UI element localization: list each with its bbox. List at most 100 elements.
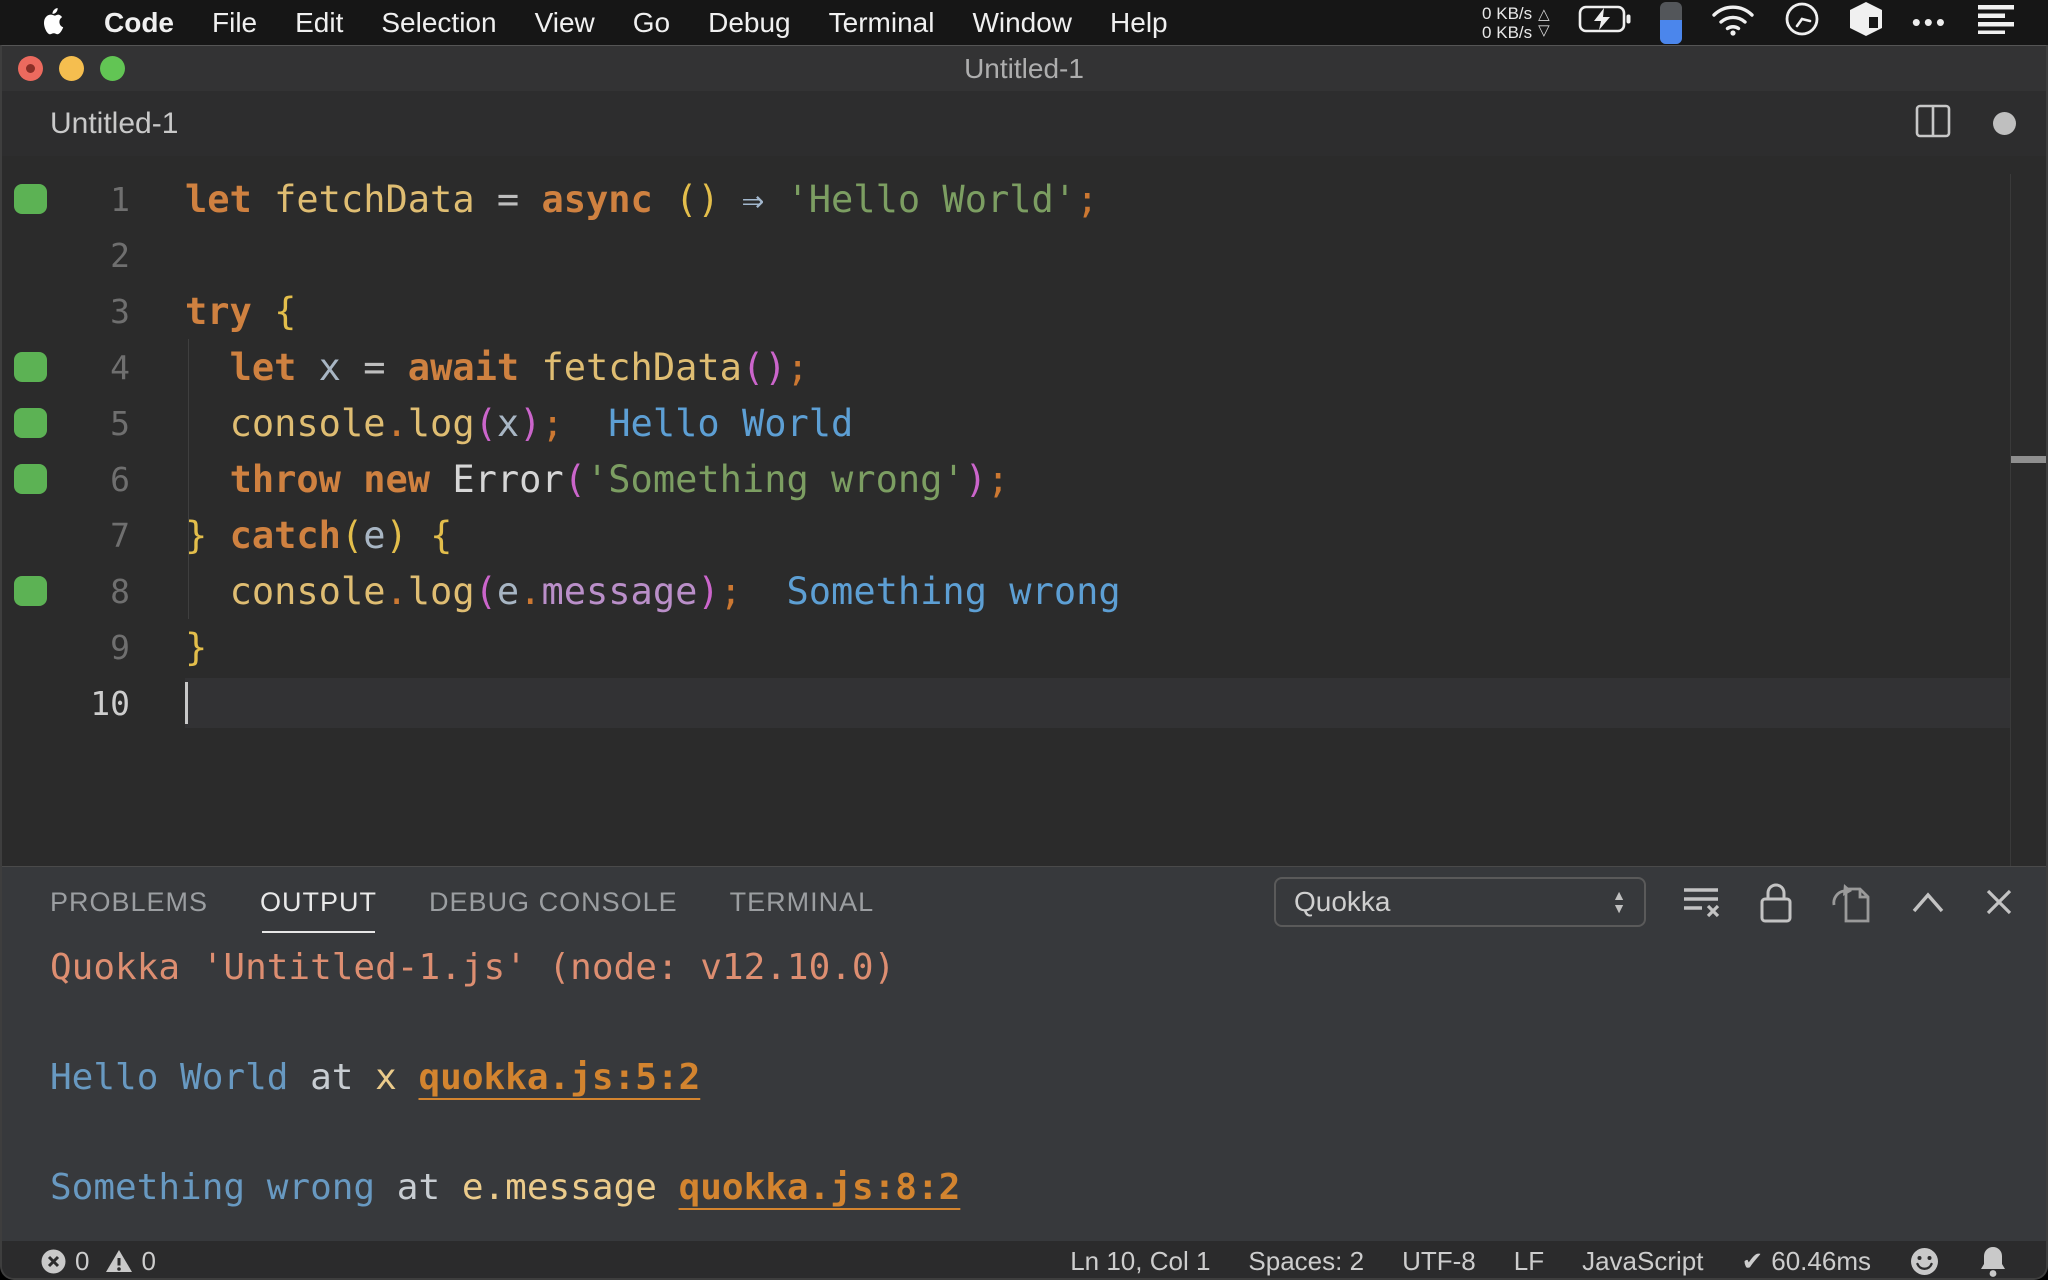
code-token: new <box>363 457 453 501</box>
unsaved-changes-dot-icon[interactable] <box>1993 112 2016 135</box>
code-token: let <box>229 345 319 389</box>
code-line[interactable]: 8 console.log(e.message); Something wron… <box>2 563 2046 619</box>
menu-item-go[interactable]: Go <box>633 7 670 39</box>
menu-item-debug[interactable]: Debug <box>708 7 791 39</box>
code-line[interactable]: 3 try { <box>2 283 2046 339</box>
cursor-position[interactable]: Ln 10, Col 1 <box>1070 1246 1210 1277</box>
code-token: e <box>496 569 520 613</box>
code-line[interactable]: 7 } catch(e) { <box>2 507 2046 563</box>
net-down-arrow-icon: ▽ <box>1538 21 1550 39</box>
blue-indicator-icon[interactable] <box>1659 1 1682 44</box>
menu-item-terminal[interactable]: Terminal <box>829 7 935 39</box>
editor-tab-untitled-1[interactable]: Untitled-1 <box>2 107 178 141</box>
code-token: ( <box>340 513 364 557</box>
code-line-current[interactable]: 10 <box>2 675 2046 731</box>
code-token: 'Hello World' <box>786 177 1077 221</box>
open-log-file-icon[interactable] <box>1830 879 1874 925</box>
code-token: x <box>318 345 364 389</box>
code-line[interactable]: 9 } <box>2 619 2046 675</box>
network-speed-indicator[interactable]: 0 KB/s 0 KB/s △ ▽ <box>1482 4 1550 42</box>
eol-setting[interactable]: LF <box>1514 1246 1544 1277</box>
maximize-panel-icon[interactable] <box>1908 889 1948 915</box>
scroll-lock-icon[interactable] <box>1756 879 1796 925</box>
notifications-bell-icon[interactable] <box>1978 1245 2008 1278</box>
code-token: . <box>385 569 408 613</box>
panel-tab-output[interactable]: OUTPUT <box>260 867 377 937</box>
code-token: Quokka 'Untitled-1.js' (node: v12.10.0) <box>50 946 896 988</box>
cube-app-icon[interactable] <box>1848 0 1884 45</box>
clear-output-icon[interactable] <box>1680 882 1722 922</box>
output-file-link[interactable]: quokka.js:5:2 <box>418 1057 700 1098</box>
code-token: Hello World <box>50 1056 289 1098</box>
menu-item-view[interactable]: View <box>535 7 595 39</box>
clock-icon[interactable] <box>1784 1 1820 44</box>
line-number: 10 <box>90 683 130 723</box>
code-token: async <box>541 177 676 221</box>
menu-bar-status-icons: 0 KB/s 0 KB/s △ ▽ ••• <box>1482 0 2048 45</box>
line-number: 6 <box>110 459 130 499</box>
menu-item-help[interactable]: Help <box>1110 7 1168 39</box>
window-title: Untitled-1 <box>964 52 1084 84</box>
scrollbar-track[interactable] <box>2010 174 2011 866</box>
net-down-speed: 0 KB/s <box>1482 22 1533 42</box>
output-channel-select[interactable]: Quokka ▲ ▼ <box>1274 877 1646 927</box>
code-line[interactable]: 1 let fetchData = async () ⇒ 'Hello Worl… <box>2 171 2046 227</box>
code-token: message <box>541 569 698 613</box>
feedback-smiley-icon[interactable] <box>1909 1246 1940 1277</box>
menu-item-selection[interactable]: Selection <box>381 7 496 39</box>
menu-item-code[interactable]: Code <box>104 7 174 39</box>
menu-item-window[interactable]: Window <box>972 7 1072 39</box>
split-editor-icon[interactable] <box>1915 103 1951 144</box>
title-bar: Untitled-1 <box>2 46 2046 91</box>
line-number: 3 <box>110 291 130 331</box>
code-token: 'Something wrong' <box>586 457 965 501</box>
line-number: 7 <box>110 515 130 555</box>
code-line[interactable]: 5 console.log(x); Hello World <box>2 395 2046 451</box>
code-token: { <box>430 513 453 557</box>
overview-ruler-marker <box>2011 456 2046 463</box>
code-token: } <box>185 625 208 669</box>
battery-charging-icon[interactable] <box>1578 4 1632 41</box>
code-text: let x = await fetchData(); <box>185 346 809 389</box>
close-panel-icon[interactable] <box>1982 885 2016 919</box>
output-file-link[interactable]: quokka.js:8:2 <box>679 1167 961 1208</box>
select-arrows-icon: ▲ ▼ <box>1612 887 1626 916</box>
code-line[interactable]: 2 <box>2 227 2046 283</box>
line-number: 4 <box>110 347 130 387</box>
code-token: at <box>288 1056 376 1098</box>
code-token: log <box>407 401 475 445</box>
code-token: ) <box>519 401 542 445</box>
code-text: throw new Error('Something wrong'); <box>185 457 1010 501</box>
code-token: log <box>407 569 475 613</box>
code-line[interactable]: 4 let x = await fetchData(); <box>2 339 2046 395</box>
editor-tab-row: Untitled-1 <box>2 91 2046 156</box>
code-token: ( <box>474 401 497 445</box>
code-token: ) <box>697 569 720 613</box>
language-mode[interactable]: JavaScript <box>1582 1246 1703 1277</box>
output-console: Quokka 'Untitled-1.js' (node: v12.10.0) … <box>50 945 960 1275</box>
panel-tab-problems[interactable]: PROBLEMS <box>50 867 208 937</box>
code-text: console.log(e.message); Something wrong <box>185 570 1121 613</box>
screen: Code File Edit Selection View Go Debug T… <box>0 0 2048 1280</box>
line-number: 8 <box>110 571 130 611</box>
panel-tab-terminal[interactable]: TERMINAL <box>730 867 875 937</box>
encoding-setting[interactable]: UTF-8 <box>1402 1246 1476 1277</box>
code-line[interactable]: 6 throw new Error('Something wrong'); <box>2 451 2046 507</box>
wifi-icon[interactable] <box>1710 2 1756 43</box>
code-text: } catch(e) { <box>185 514 452 557</box>
quokka-run-time[interactable]: ✔ 60.46ms <box>1741 1246 1871 1277</box>
menu-item-file[interactable]: File <box>212 7 257 39</box>
overflow-dots-icon[interactable]: ••• <box>1912 7 1948 38</box>
panel-tab-debug-console[interactable]: DEBUG CONSOLE <box>429 867 678 937</box>
menu-item-edit[interactable]: Edit <box>295 7 343 39</box>
apple-menu-icon[interactable] <box>40 7 66 39</box>
code-editor[interactable]: 1 let fetchData = async () ⇒ 'Hello Worl… <box>2 156 2046 866</box>
code-token: Hello World <box>563 401 854 445</box>
list-menu-icon[interactable] <box>1976 4 2016 41</box>
code-token: ; <box>541 401 564 445</box>
code-token: at <box>375 1166 462 1208</box>
indentation-setting[interactable]: Spaces: 2 <box>1248 1246 1364 1277</box>
code-token: () <box>675 177 742 221</box>
